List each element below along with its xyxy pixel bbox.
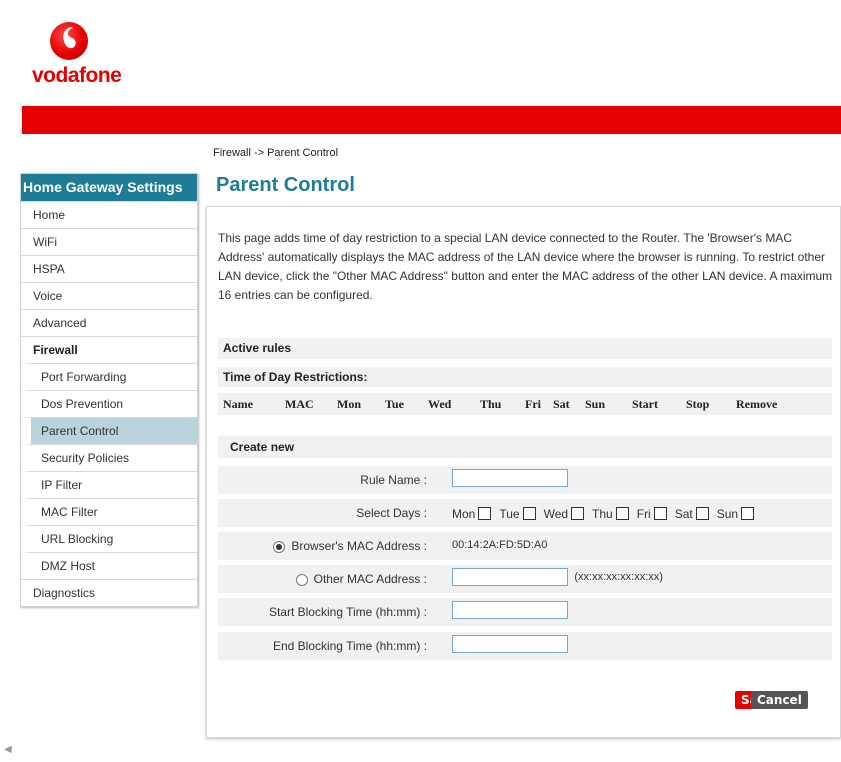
- sidebar-item-firewall[interactable]: Firewall: [21, 336, 197, 363]
- col-tue: Tue: [385, 397, 404, 411]
- other-mac-radio[interactable]: [295, 573, 308, 586]
- col-thu: Thu: [480, 397, 502, 411]
- breadcrumb: Firewall -> Parent Control: [213, 147, 339, 159]
- sidebar-item-port-forwarding[interactable]: Port Forwarding: [21, 363, 197, 390]
- select-days-label: Select Days :: [356, 506, 427, 520]
- sidebar-item-ip-filter[interactable]: IP Filter: [21, 471, 197, 498]
- col-stop: Stop: [686, 397, 710, 411]
- col-fri: Fri: [525, 397, 541, 411]
- sidebar-nav: Home WiFi HSPA Voice Advanced Firewall Port Fo…: [21, 201, 197, 606]
- browser-mac-radio[interactable]: [273, 540, 286, 553]
- other-mac-hint: (xx:xx:xx:xx:xx:xx): [574, 571, 663, 583]
- sidebar-item-dos-prevention[interactable]: Dos Prevention: [21, 390, 197, 417]
- page-title: Parent Control: [216, 174, 355, 196]
- cancel-button[interactable]: Cancel: [751, 691, 808, 709]
- create-new-title: Create new: [230, 440, 295, 454]
- intro-text: This page adds time of day restriction t…: [218, 231, 833, 302]
- header-red-bar: [22, 106, 841, 134]
- day-checkbox-sat[interactable]: [695, 507, 709, 521]
- day-checkbox-wed[interactable]: [571, 507, 585, 521]
- browser-mac-value: 00:14:2A:FD:5D:A0: [452, 539, 548, 551]
- col-mon: Mon: [337, 397, 361, 411]
- day-label-thu: Thu: [592, 506, 613, 521]
- select-days-row: Select Days : Mon Tue Wed Thu Fri Sat Sun: [218, 499, 832, 527]
- day-checkbox-fri[interactable]: [653, 507, 667, 521]
- col-sat: Sat: [553, 397, 570, 411]
- active-rules-title: Active rules: [223, 341, 292, 355]
- col-mac: MAC: [285, 397, 314, 411]
- day-checkbox-mon[interactable]: [478, 507, 492, 521]
- other-mac-row: Other MAC Address : (xx:xx:xx:xx:xx:xx): [218, 565, 832, 593]
- sidebar-item-security-policies[interactable]: Security Policies: [21, 444, 197, 471]
- vodafone-logo: vodafone: [32, 22, 142, 102]
- other-mac-label-group: Other MAC Address :: [295, 572, 427, 586]
- scroll-left-icon[interactable]: ◀: [4, 744, 12, 755]
- days-checkbox-group: Mon Tue Wed Thu Fri Sat Sun: [452, 506, 762, 521]
- main-panel: This page adds time of day restriction t…: [206, 206, 841, 738]
- sidebar-item-advanced[interactable]: Advanced: [21, 309, 197, 336]
- sidebar-item-url-blocking[interactable]: URL Blocking: [21, 525, 197, 552]
- day-label-mon: Mon: [452, 506, 476, 521]
- sidebar-item-dmz-host[interactable]: DMZ Host: [21, 552, 197, 579]
- sidebar-item-hspa[interactable]: HSPA: [21, 255, 197, 282]
- col-remove: Remove: [736, 397, 778, 411]
- browser-mac-label-group: Browser's MAC Address :: [273, 539, 427, 553]
- rule-name-input[interactable]: [452, 469, 568, 487]
- other-mac-input[interactable]: [452, 568, 568, 586]
- sidebar-item-voice[interactable]: Voice: [21, 282, 197, 309]
- other-mac-label: Other MAC Address :: [313, 572, 427, 586]
- end-time-input[interactable]: [452, 635, 568, 653]
- col-name: Name: [223, 397, 253, 411]
- vodafone-logotype: vodafone: [32, 64, 122, 87]
- rules-table-header: Name MAC Mon Tue Wed Thu Fri Sat Sun Sta…: [218, 393, 832, 415]
- vodafone-speechmark-icon: [50, 22, 88, 60]
- day-checkbox-sun[interactable]: [741, 507, 755, 521]
- time-restrictions-title: Time of Day Restrictions:: [223, 370, 368, 384]
- end-time-row: End Blocking Time (hh:mm) :: [218, 632, 832, 660]
- sidebar-item-mac-filter[interactable]: MAC Filter: [21, 498, 197, 525]
- day-checkbox-thu[interactable]: [615, 507, 629, 521]
- sidebar-title: Home Gateway Settings: [21, 174, 197, 201]
- col-start: Start: [632, 397, 658, 411]
- start-time-label: Start Blocking Time (hh:mm) :: [268, 605, 427, 619]
- day-checkbox-tue[interactable]: [522, 507, 536, 521]
- rule-name-label: Rule Name :: [360, 473, 427, 487]
- col-sun: Sun: [585, 397, 606, 411]
- sidebar-item-parent-control[interactable]: Parent Control: [21, 417, 197, 444]
- sidebar: Home Gateway Settings Home WiFi HSPA Voice A…: [20, 173, 198, 607]
- day-label-fri: Fri: [636, 506, 651, 521]
- sidebar-item-wifi[interactable]: WiFi: [21, 228, 197, 255]
- sidebar-item-diagnostics[interactable]: Diagnostics: [21, 579, 197, 606]
- day-label-tue: Tue: [499, 506, 520, 521]
- time-restrictions-header: Time of Day Restrictions:: [218, 367, 832, 387]
- start-time-input[interactable]: [452, 601, 568, 619]
- end-time-label: End Blocking Time (hh:mm) :: [272, 639, 427, 653]
- start-time-row: Start Blocking Time (hh:mm) :: [218, 598, 832, 626]
- sidebar-item-home[interactable]: Home: [21, 201, 197, 228]
- day-label-sun: Sun: [716, 506, 739, 521]
- day-label-wed: Wed: [543, 506, 569, 521]
- create-new-header: Create new: [218, 436, 832, 458]
- active-rules-header: Active rules: [218, 338, 832, 359]
- browser-mac-label: Browser's MAC Address :: [291, 539, 427, 553]
- day-label-sat: Sat: [674, 506, 693, 521]
- col-wed: Wed: [428, 397, 452, 411]
- browser-mac-row: Browser's MAC Address : 00:14:2A:FD:5D:A…: [218, 532, 832, 560]
- rule-name-row: Rule Name :: [218, 466, 832, 494]
